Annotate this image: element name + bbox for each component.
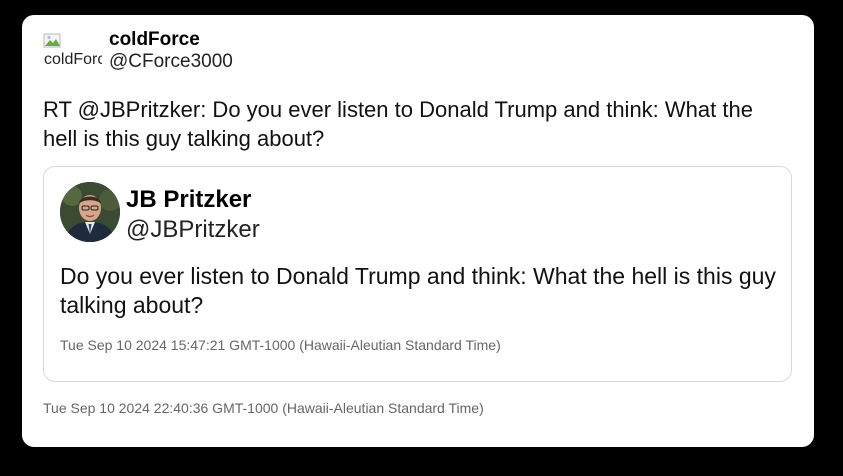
author-names: coldForce @CForce3000 — [109, 29, 233, 73]
tweet-timestamp[interactable]: Tue Sep 10 2024 22:40:36 GMT-1000 (Hawai… — [43, 400, 484, 416]
person-photo-icon — [60, 182, 120, 242]
quoted-tweet-text: Do you ever listen to Donald Trump and t… — [60, 263, 776, 318]
avatar-alt-text: coldForce — [44, 52, 102, 68]
tweet-card: coldForce coldForce @CForce3000 RT @JBPr… — [22, 15, 814, 447]
tweet-text: RT @JBPritzker: Do you ever listen to Do… — [43, 97, 753, 151]
quoted-tweet[interactable]: JB Pritzker @JBPritzker Do you ever list… — [43, 166, 792, 382]
quoted-author-handle[interactable]: @JBPritzker — [126, 215, 260, 245]
quoted-tweet-timestamp[interactable]: Tue Sep 10 2024 15:47:21 GMT-1000 (Hawai… — [60, 337, 501, 353]
broken-image-icon — [43, 33, 61, 48]
quoted-author-names: JB Pritzker @JBPritzker — [126, 185, 260, 245]
quoted-author-avatar[interactable] — [60, 182, 120, 242]
avatar[interactable]: coldForce — [42, 33, 102, 69]
author-display-name[interactable]: coldForce — [109, 29, 233, 51]
author-handle[interactable]: @CForce3000 — [109, 51, 233, 73]
quoted-author-display-name[interactable]: JB Pritzker — [126, 185, 260, 215]
